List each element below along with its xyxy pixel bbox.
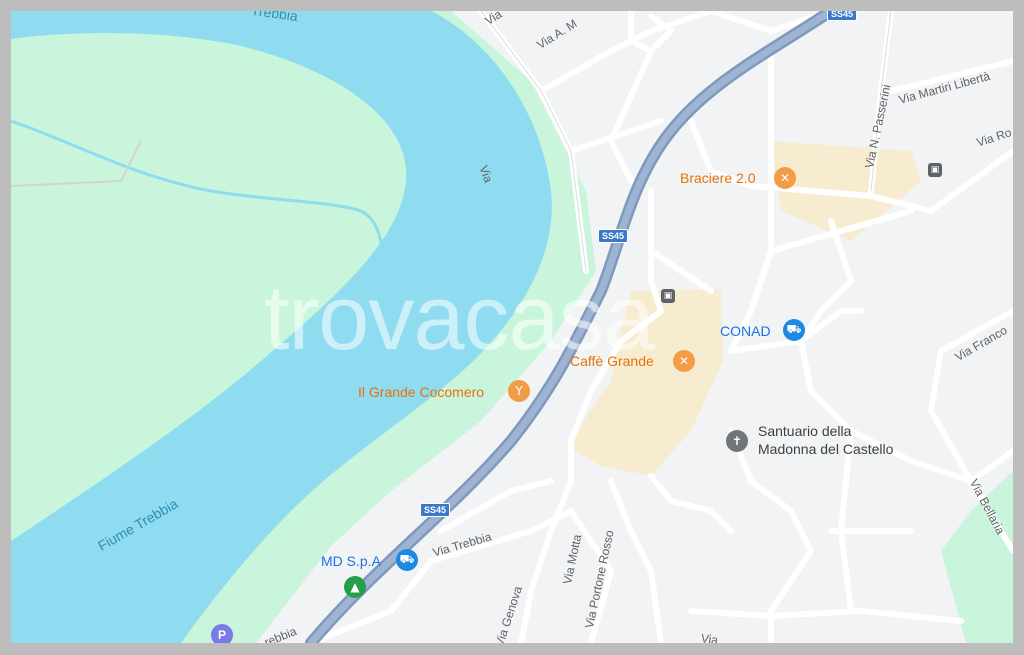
shopping-cart-icon[interactable]: ⛟ <box>783 319 805 341</box>
map-frame[interactable]: trovacasa Trebbia Fiume Trebbia SS45 SS4… <box>11 11 1013 643</box>
highway-shield: SS45 <box>598 229 629 243</box>
map-canvas[interactable] <box>11 11 1013 643</box>
church-cross-icon[interactable]: ✝ <box>726 430 748 452</box>
poi-label-il-grande-cocomero[interactable]: Il Grande Cocomero <box>358 384 484 400</box>
parking-icon[interactable]: P <box>211 624 233 643</box>
street-label-via-bottom: Via <box>700 631 719 643</box>
poi-label-md-spa[interactable]: MD S.p.A <box>321 553 381 569</box>
bus-stop-icon[interactable]: ▣ <box>928 163 942 177</box>
poi-label-santuario-line1[interactable]: Santuario della <box>758 423 851 439</box>
shopping-cart-icon[interactable]: ⛟ <box>396 549 418 571</box>
restaurant-icon[interactable]: ✕ <box>673 350 695 372</box>
poi-label-conad[interactable]: CONAD <box>720 323 771 339</box>
bar-icon[interactable]: Y <box>508 380 530 402</box>
poi-label-caffe-grande[interactable]: Caffè Grande <box>570 353 654 369</box>
restaurant-icon[interactable]: ✕ <box>774 167 796 189</box>
campground-icon[interactable]: ▲ <box>344 576 366 598</box>
highway-shield: SS45 <box>420 503 451 517</box>
highway-shield: SS45 <box>827 11 858 21</box>
poi-label-santuario-line2[interactable]: Madonna del Castello <box>758 441 893 457</box>
bus-stop-icon[interactable]: ▣ <box>661 289 675 303</box>
poi-label-braciere[interactable]: Braciere 2.0 <box>680 170 755 186</box>
